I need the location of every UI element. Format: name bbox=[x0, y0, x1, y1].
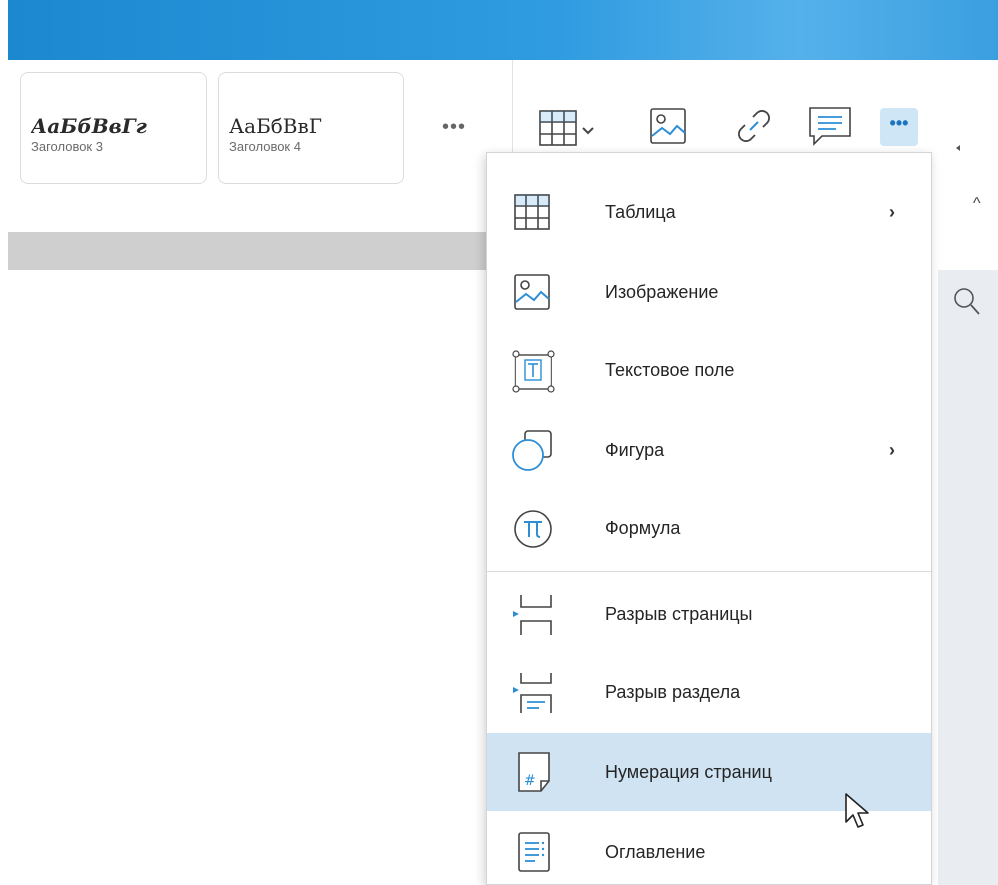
page-break-icon bbox=[511, 593, 559, 637]
image-icon bbox=[511, 271, 559, 315]
svg-text:#: # bbox=[524, 773, 536, 789]
style-name: Заголовок 4 bbox=[229, 139, 301, 154]
menu-item-label: Нумерация страниц bbox=[605, 762, 772, 782]
style-name: Заголовок 3 bbox=[31, 139, 103, 154]
menu-item-label: Изображение bbox=[605, 282, 719, 302]
menu-item-table[interactable]: Таблица › bbox=[487, 173, 931, 251]
insert-table-button[interactable] bbox=[537, 108, 597, 157]
menu-item-label: Оглавление bbox=[605, 842, 706, 862]
more-insert-button[interactable]: ••• bbox=[880, 108, 918, 146]
menu-item-shape[interactable]: Фигура › bbox=[487, 411, 931, 489]
menu-item-page-break[interactable]: Разрыв страницы bbox=[487, 575, 931, 653]
styles-more-button[interactable]: ••• bbox=[442, 117, 466, 137]
menu-item-label: Формула bbox=[605, 518, 681, 538]
link-icon bbox=[738, 110, 770, 142]
submenu-arrow-icon: › bbox=[889, 440, 895, 460]
app-titlebar bbox=[8, 0, 998, 60]
section-break-icon bbox=[511, 671, 559, 715]
shape-icon bbox=[511, 429, 559, 473]
style-sample: АаБбВвГг bbox=[31, 115, 147, 137]
insert-image-button[interactable] bbox=[648, 106, 690, 153]
style-card-heading-3[interactable]: АаБбВвГг Заголовок 3 bbox=[20, 72, 207, 184]
comment-icon bbox=[809, 107, 851, 146]
mouse-pointer-icon bbox=[842, 792, 874, 839]
style-sample: АаБбВвГ bbox=[229, 115, 323, 137]
menu-item-label: Таблица bbox=[605, 202, 676, 222]
search-button[interactable] bbox=[952, 285, 982, 326]
table-icon bbox=[511, 191, 559, 235]
page-numbering-icon: # bbox=[511, 751, 559, 795]
menu-item-label: Текстовое поле bbox=[605, 360, 735, 380]
insert-menu: Таблица › Изображение Текстовое поле Фиг… bbox=[486, 152, 932, 885]
insert-comment-button[interactable] bbox=[806, 104, 856, 157]
menu-item-label: Фигура bbox=[605, 440, 665, 460]
menu-item-formula[interactable]: Формула bbox=[487, 489, 931, 567]
insert-link-button[interactable] bbox=[732, 104, 776, 153]
menu-item-text-field[interactable]: Текстовое поле bbox=[487, 331, 931, 409]
menu-divider bbox=[487, 571, 931, 572]
menu-item-image[interactable]: Изображение bbox=[487, 253, 931, 331]
text-field-icon bbox=[511, 349, 559, 393]
right-side-panel bbox=[938, 270, 998, 885]
image-icon bbox=[650, 108, 686, 144]
menu-item-label: Разрыв страницы bbox=[605, 604, 753, 624]
scroll-left-caret-icon[interactable] bbox=[956, 145, 960, 151]
style-card-heading-4[interactable]: АаБбВвГ Заголовок 4 bbox=[218, 72, 404, 184]
submenu-arrow-icon: › bbox=[889, 202, 895, 222]
table-icon bbox=[539, 110, 594, 146]
toc-icon bbox=[511, 831, 559, 875]
ruler-band bbox=[8, 232, 513, 270]
collapse-ribbon-chevron-icon[interactable]: ^ bbox=[973, 195, 981, 213]
search-icon bbox=[954, 288, 980, 315]
menu-item-label: Разрыв раздела bbox=[605, 682, 741, 702]
menu-item-section-break[interactable]: Разрыв раздела bbox=[487, 653, 931, 731]
formula-icon bbox=[511, 507, 559, 551]
